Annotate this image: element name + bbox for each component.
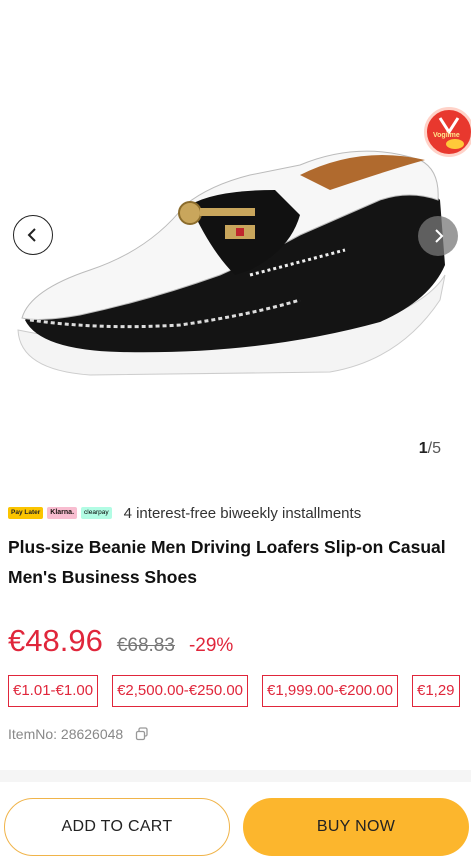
original-price: €68.83 <box>116 635 175 656</box>
promo-badge-text: Vogiime <box>433 132 460 139</box>
chevron-right-icon <box>435 229 444 243</box>
image-counter-current: 1 <box>418 440 428 457</box>
price-row: €48.96 €68.83 -29% <box>8 623 233 665</box>
bottom-action-bar: ADD TO CART BUY NOW <box>0 790 471 860</box>
previous-image-button[interactable] <box>13 215 53 255</box>
image-counter-total: /5 <box>427 440 441 457</box>
price-range-option[interactable]: €1,999.00-€200.00 <box>262 675 398 707</box>
product-image <box>17 150 446 376</box>
price-range-option[interactable]: €1,29 <box>411 675 460 707</box>
product-image-gallery[interactable]: Vogiime 1/5 <box>0 0 471 470</box>
installments-text: 4 interest-free biweekly installments <box>123 504 362 522</box>
price-range-option[interactable]: €2,500.00-€250.00 <box>112 675 249 707</box>
klarna-logo: Klarna. <box>47 507 78 519</box>
price-range-options: €1.01-€1.00 €2,500.00-€250.00 €1,999.00-€2… <box>8 675 471 707</box>
chevron-left-icon <box>27 228 36 242</box>
copy-icon[interactable] <box>135 727 149 741</box>
clearpay-logo: clearpay <box>81 507 112 519</box>
image-counter: 1/5 <box>419 440 441 458</box>
add-to-cart-button[interactable]: ADD TO CART <box>4 798 230 856</box>
promo-badge[interactable]: Vogiime <box>424 107 471 157</box>
price-range-option[interactable]: €1.01-€1.00 <box>8 675 99 707</box>
current-price: €48.96 <box>8 623 103 658</box>
section-divider <box>0 770 471 782</box>
product-title: Plus-size Beanie Men Driving Loafers Sli… <box>8 537 446 587</box>
item-number: ItemNo: 28626048 <box>8 726 149 742</box>
paylater-logo: Pay Later <box>8 507 44 519</box>
buy-now-button[interactable]: BUY NOW <box>243 798 469 856</box>
discount-percent: -29% <box>188 635 234 656</box>
next-image-button[interactable] <box>418 216 458 256</box>
installments-row[interactable]: Pay Later Klarna. clearpay 4 interest-fr… <box>8 502 361 524</box>
item-number-text: ItemNo: 28626048 <box>8 726 124 742</box>
